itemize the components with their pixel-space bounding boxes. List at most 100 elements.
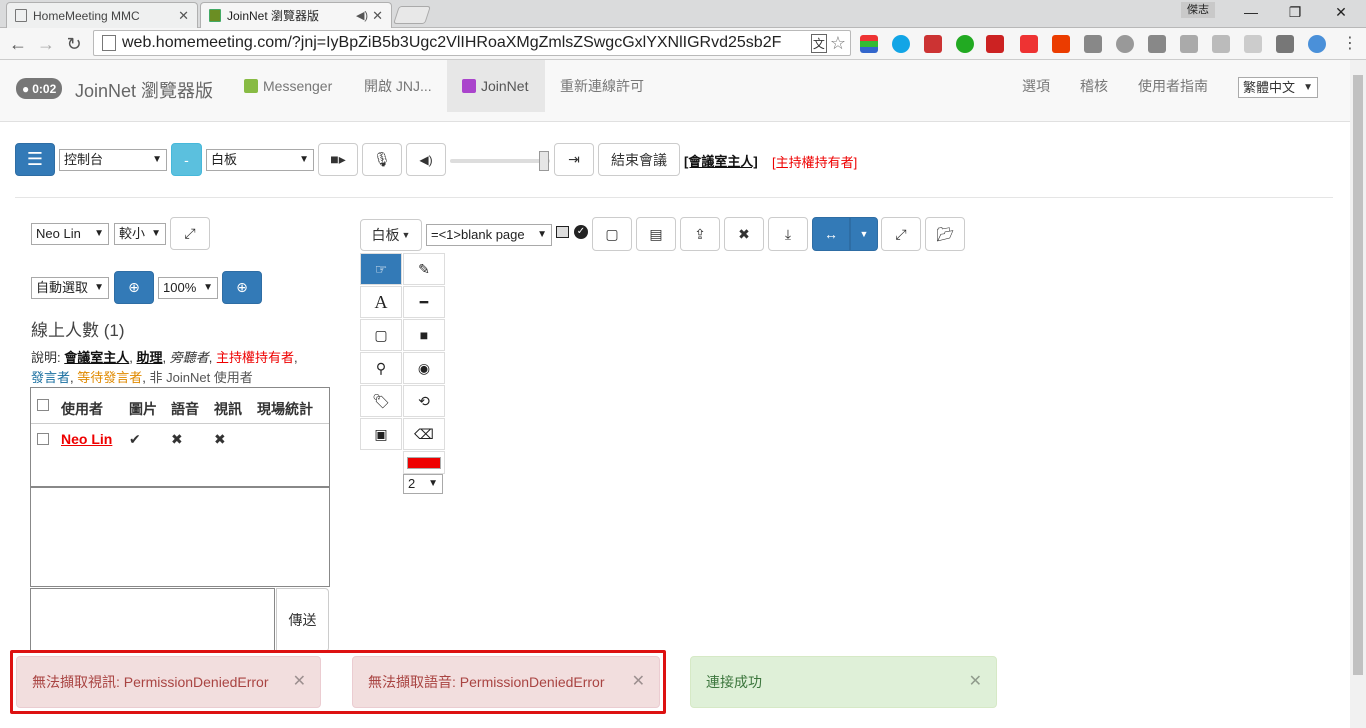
- rectangle-tool[interactable]: ▢: [360, 319, 402, 351]
- send-button[interactable]: 傳送: [276, 588, 329, 652]
- browser-tab-joinnet[interactable]: JoinNet 瀏覽器版 ◀) ✕: [200, 2, 392, 28]
- chat-input[interactable]: [30, 588, 275, 652]
- fit-width-button[interactable]: ↔: [812, 217, 850, 251]
- zoom-select[interactable]: 100% ▼: [158, 277, 218, 299]
- close-icon[interactable]: ✕: [632, 671, 645, 691]
- m-extension-icon[interactable]: [1116, 35, 1134, 53]
- whiteboard-download-button[interactable]: ⤓: [768, 217, 808, 251]
- user-select[interactable]: Neo Lin ▼: [31, 223, 109, 245]
- nav-audit[interactable]: 稽核: [1080, 60, 1108, 112]
- filled-rectangle-tool[interactable]: ■: [403, 319, 445, 351]
- volume-slider[interactable]: [450, 159, 550, 163]
- skype-icon[interactable]: [892, 35, 910, 53]
- tag-tool[interactable]: 🏷︎: [360, 385, 402, 417]
- retweet-icon: ⟲: [418, 392, 430, 409]
- pen-tool[interactable]: ✎: [403, 253, 445, 285]
- microphone-button[interactable]: 🎙︎: [362, 143, 402, 176]
- whiteboard-clear-button[interactable]: ▢: [592, 217, 632, 251]
- leave-button[interactable]: ⇥: [554, 143, 594, 176]
- size-select[interactable]: 較小 ▼: [114, 223, 166, 245]
- bookmark-star-icon[interactable]: ☆: [830, 33, 846, 54]
- chat-history[interactable]: [30, 487, 330, 587]
- close-icon[interactable]: ✕: [293, 671, 306, 691]
- whiteboard-list-button[interactable]: ▤: [636, 217, 676, 251]
- stroke-width-select[interactable]: 2 ▼: [403, 474, 443, 494]
- expand-button[interactable]: ⤢: [170, 217, 210, 250]
- board-select[interactable]: 白板 ▼: [206, 149, 314, 171]
- minimize-icon[interactable]: —: [1236, 3, 1266, 21]
- close-icon[interactable]: ✕: [969, 671, 982, 691]
- new-tab-button[interactable]: [393, 6, 431, 24]
- extension-icon[interactable]: [1276, 35, 1294, 53]
- whiteboard-upload-button[interactable]: ⇪: [680, 217, 720, 251]
- zoom-tool[interactable]: ⚲: [360, 352, 402, 384]
- end-meeting-button[interactable]: 結束會議: [598, 143, 680, 176]
- pointer-tool[interactable]: ☞: [360, 253, 402, 285]
- nav-joinnet[interactable]: JoinNet: [447, 60, 545, 112]
- s-extension-icon[interactable]: [1148, 35, 1166, 53]
- back-icon[interactable]: ←: [6, 32, 30, 56]
- forward-icon[interactable]: →: [34, 32, 58, 56]
- image-tool[interactable]: ▣: [360, 418, 402, 450]
- address-bar[interactable]: web.homemeeting.com/?jnj=IyBpZiB5b3Ugc2V…: [93, 30, 851, 56]
- upload-button[interactable]: ⊕: [114, 271, 154, 304]
- line-tool[interactable]: ━: [403, 286, 445, 318]
- volume-slider-handle[interactable]: [539, 151, 549, 171]
- nav-messenger[interactable]: Messenger: [244, 60, 332, 112]
- book-extension-icon[interactable]: [924, 35, 942, 53]
- row-checkbox[interactable]: [37, 433, 49, 445]
- restore-icon[interactable]: ❐: [1280, 3, 1310, 21]
- auto-select[interactable]: 自動選取 ▼: [31, 277, 109, 299]
- table-row[interactable]: Neo Lin ✔ ✖ ✖: [31, 425, 329, 455]
- drive-icon[interactable]: [1212, 35, 1230, 53]
- folder-open-icon: 📂︎: [936, 225, 954, 242]
- whiteboard-expand-button[interactable]: ⤢: [881, 217, 921, 251]
- chat-extension-icon[interactable]: [1084, 35, 1102, 53]
- nav-open-jnj[interactable]: 開啟 JNJ...: [364, 60, 432, 112]
- close-window-icon[interactable]: ✕: [1326, 3, 1356, 21]
- nav-options[interactable]: 選項: [1022, 60, 1050, 112]
- menu-button[interactable]: ☰: [15, 143, 55, 176]
- text-tool[interactable]: A: [360, 286, 402, 318]
- select-all-checkbox[interactable]: [37, 399, 49, 411]
- whiteboard-mode-dropdown[interactable]: 白板 ▼: [360, 219, 422, 251]
- lite-extension-icon[interactable]: [986, 35, 1004, 53]
- nav-user-guide[interactable]: 使用者指南: [1138, 60, 1208, 112]
- rotate-tool[interactable]: ⟲: [403, 385, 445, 417]
- check-circle-icon[interactable]: ✓: [574, 225, 588, 239]
- browser-tab-homemeeting[interactable]: HomeMeeting MMC ✕: [6, 2, 198, 28]
- acrobat-icon[interactable]: [1020, 35, 1038, 53]
- profile-badge[interactable]: 傑志: [1181, 2, 1215, 18]
- translate-icon[interactable]: 文: [810, 33, 827, 53]
- divider: [15, 197, 1333, 198]
- minus-button[interactable]: -: [171, 143, 202, 176]
- whiteboard-open-button[interactable]: 📂︎: [925, 217, 965, 251]
- video-camera-button[interactable]: ■▸: [318, 143, 358, 176]
- extension-icon[interactable]: [860, 35, 878, 53]
- office-icon[interactable]: [1052, 35, 1070, 53]
- extension-icon[interactable]: [1180, 35, 1198, 53]
- fit-dropdown-button[interactable]: ▼: [850, 217, 878, 251]
- whiteboard-delete-button[interactable]: ✖: [724, 217, 764, 251]
- exif-icon[interactable]: [1244, 35, 1262, 53]
- download-button[interactable]: ⊕: [222, 271, 262, 304]
- nav-reconnect-permission[interactable]: 重新連線許可: [560, 60, 644, 112]
- evernote-icon[interactable]: [956, 35, 974, 53]
- tab-title: HomeMeeting MMC: [33, 8, 140, 23]
- circle-tool[interactable]: ◉: [403, 352, 445, 384]
- eraser-tool[interactable]: ⌫: [403, 418, 445, 450]
- scrollbar-thumb[interactable]: [1353, 75, 1363, 675]
- color-picker[interactable]: [403, 451, 445, 474]
- close-icon[interactable]: ✕: [178, 8, 189, 24]
- cloud-icon[interactable]: [1308, 35, 1326, 53]
- reload-icon[interactable]: ↻: [62, 32, 86, 56]
- language-select[interactable]: 繁體中文 ▼: [1238, 77, 1318, 98]
- panel-select[interactable]: 控制台 ▼: [59, 149, 167, 171]
- user-name[interactable]: Neo Lin: [61, 431, 112, 447]
- page-select[interactable]: =<1>blank page ▼: [426, 224, 552, 246]
- image-icon[interactable]: [556, 226, 569, 238]
- speaker-button[interactable]: ◀): [406, 143, 446, 176]
- close-icon[interactable]: ✕: [372, 8, 383, 24]
- menu-icon[interactable]: ⋮: [1338, 32, 1362, 56]
- caret-down-icon: ▼: [859, 229, 869, 239]
